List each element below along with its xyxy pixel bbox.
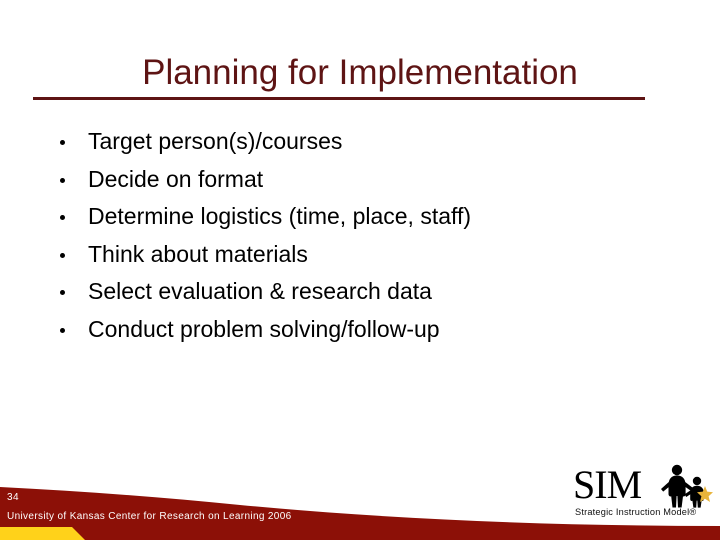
bullet-dot-icon <box>60 215 65 220</box>
bullet-dot-icon <box>60 177 65 183</box>
list-item: Target person(s)/courses <box>56 123 676 161</box>
bullet-dot-icon <box>60 290 65 295</box>
title-block: Planning for Implementation <box>0 52 720 94</box>
list-item: Determine logistics (time, place, staff) <box>56 198 676 236</box>
list-item-label: Target person(s)/courses <box>88 128 343 154</box>
list-item: Think about materials <box>56 236 676 274</box>
slide-number: 34 <box>7 492 19 503</box>
bullet-list: Target person(s)/courses Decide on forma… <box>56 123 676 348</box>
list-item-label: Conduct problem solving/follow-up <box>88 315 440 342</box>
slide-canvas: Planning for Implementation Target perso… <box>0 0 720 540</box>
bullet-dot-icon <box>60 252 65 258</box>
title-divider <box>33 97 645 100</box>
sim-logo: SIM Strategic Instruction Model® <box>573 464 715 518</box>
list-item-label: Decide on format <box>88 165 264 192</box>
list-item-label: Think about materials <box>88 240 308 267</box>
bullet-dot-icon <box>60 140 65 145</box>
list-item: Select evaluation & research data <box>56 273 676 311</box>
bullet-dot-icon <box>60 327 65 333</box>
list-item-label: Select evaluation & research data <box>88 278 432 304</box>
list-item: Decide on format <box>56 161 676 199</box>
page-title: Planning for Implementation <box>142 53 578 92</box>
sim-wordmark: SIM <box>573 462 642 507</box>
sim-tagline: Strategic Instruction Model® <box>575 507 697 518</box>
sim-figures-icon <box>661 464 713 508</box>
footer-text-group: 34 University of Kansas Center for Resea… <box>7 491 292 523</box>
list-item-label: Determine logistics (time, place, staff) <box>88 203 472 229</box>
footer-credit: University of Kansas Center for Research… <box>7 511 292 522</box>
footer-yellow-accent <box>0 527 85 540</box>
list-item: Conduct problem solving/follow-up <box>56 311 676 349</box>
